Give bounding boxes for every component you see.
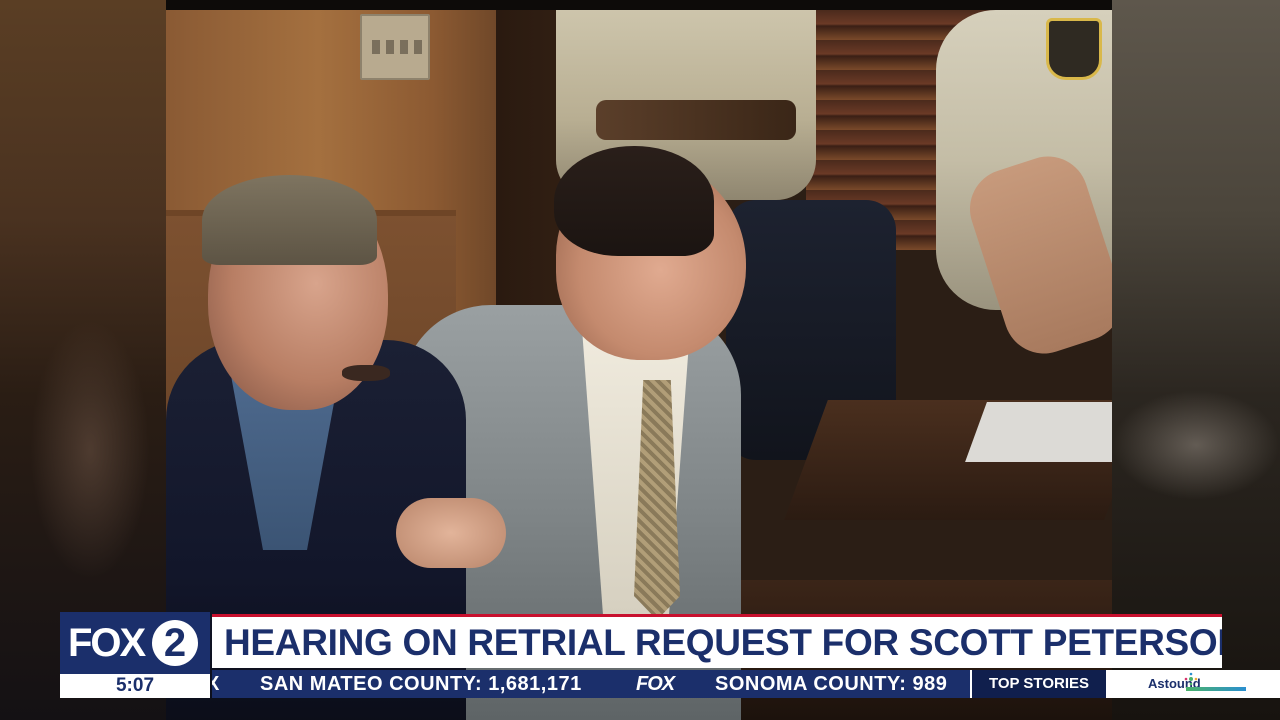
- sponsor-box: Astound: [1106, 670, 1280, 698]
- station-logo-circle: 2: [152, 620, 198, 666]
- sparkle-icon: [1184, 672, 1198, 686]
- bailiff-belt: [596, 100, 796, 140]
- clock-box: 5:07: [60, 674, 210, 698]
- lawyer-hair: [202, 175, 377, 265]
- defendant-hair: [554, 146, 714, 256]
- clock-time: 5:07: [115, 675, 155, 696]
- top-stories-label: TOP STORIES: [970, 670, 1106, 698]
- ticker-item: SONOMA COUNTY: 989: [715, 673, 948, 695]
- lawyer-hand: [396, 498, 506, 568]
- station-logo: FOX 2: [60, 612, 210, 674]
- ticker-item: SAN MATEO COUNTY: 1,681,171: [260, 673, 582, 695]
- station-logo-text: FOX: [68, 621, 146, 665]
- fox-logo-icon: FOX: [636, 673, 675, 695]
- top-stories-text: TOP STORIES: [988, 675, 1090, 692]
- news-ticker: X SAN MATEO COUNTY: 1,681,171 FOX SONOMA…: [212, 670, 970, 698]
- blurred-background-right: [1112, 0, 1280, 720]
- ticker-lead-fragment: X: [212, 673, 220, 695]
- lawyer-mustache: [342, 365, 390, 381]
- headline-bar: HEARING ON RETRIAL REQUEST FOR SCOTT PET…: [212, 614, 1222, 668]
- light-switch-plate: [360, 14, 430, 80]
- papers-on-desk: [965, 402, 1112, 462]
- broadcast-frame: FOX 2 5:07 HEARING ON RETRIAL REQUEST FO…: [0, 0, 1280, 720]
- headline-text: HEARING ON RETRIAL REQUEST FOR SCOTT PET…: [224, 622, 1222, 663]
- badge-patch-icon: [1046, 18, 1102, 80]
- station-logo-number: 2: [163, 621, 187, 665]
- sponsor-underline: [1186, 687, 1246, 691]
